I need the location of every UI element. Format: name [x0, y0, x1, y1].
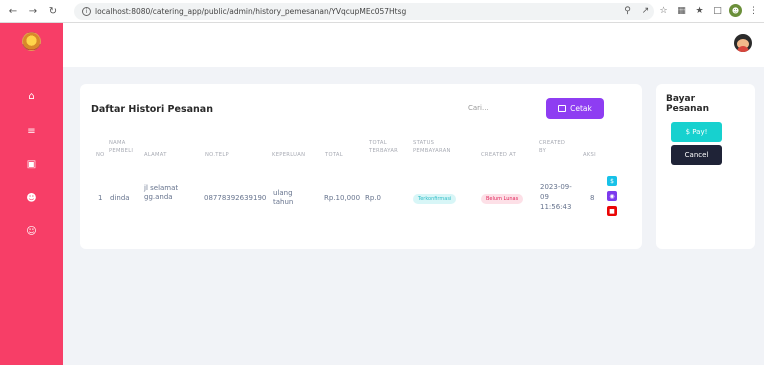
payment-card: Bayar Pesanan $ Pay! Cancel [656, 84, 755, 249]
col-header-aksi: AKSI [583, 152, 596, 158]
puzzle-icon[interactable]: ★ [693, 4, 706, 17]
col-header-created-at: CREATED AT [481, 152, 517, 158]
history-card: Daftar Histori Pesanan Cari... Cetak NO … [80, 84, 642, 249]
url-text: localhost:8080/catering_app/public/admin… [95, 7, 407, 16]
reload-icon[interactable]: ↻ [46, 4, 60, 18]
col-header-telp: NO.TELP [205, 152, 229, 158]
pay-button[interactable]: $ Pay! [671, 122, 722, 142]
col-header-created-by: CREATED BY [539, 140, 566, 154]
app-logo[interactable] [22, 32, 41, 51]
print-button-label: Cetak [570, 104, 592, 113]
page-title: Daftar Histori Pesanan [91, 104, 213, 115]
window-icon[interactable]: □ [711, 4, 724, 17]
col-header-alamat: ALAMAT [144, 152, 167, 158]
view-eye-icon[interactable]: ◉ [607, 191, 617, 201]
status-badge: Terkonfirmasi [413, 194, 457, 204]
cell-total-terbayar: Rp.0 [365, 194, 381, 202]
home-icon[interactable]: ⌂ [0, 89, 63, 103]
search-input[interactable]: Cari... [468, 104, 528, 112]
info-icon[interactable]: i [82, 7, 91, 16]
cell-created-by: 2023-09-09 11:56:43 [540, 183, 572, 211]
sidebar: ⌂ ≡ ▣ ☻ ☺ [0, 23, 63, 365]
col-header-keperluan: KEPERLUAN [272, 152, 306, 158]
extension-icon[interactable]: ▦ [675, 4, 688, 17]
cell-keperluan: ulang tahun [273, 189, 294, 206]
pay-action-icon[interactable]: $ [607, 176, 617, 186]
col-header-no: NO [96, 152, 105, 158]
delete-trash-icon[interactable]: ■ [607, 206, 617, 216]
bookmark-star-icon[interactable]: ☆ [657, 4, 670, 17]
cell-total: Rp.10,000 [324, 194, 361, 202]
cell-no: 1 [98, 194, 103, 202]
cell-telp: 08778392639190 [204, 194, 267, 202]
profile-avatar-icon[interactable]: ☻ [729, 4, 742, 17]
back-icon[interactable]: ← [6, 4, 20, 18]
payment-title: Bayar Pesanan [666, 94, 710, 114]
user-icon[interactable]: ☺ [0, 224, 63, 238]
cancel-button[interactable]: Cancel [671, 145, 722, 165]
forward-icon[interactable]: → [26, 4, 40, 18]
payment-status-badge: Belum Lunas [481, 194, 524, 204]
col-header-status: STATUS PEMBAYARAN [413, 140, 451, 154]
col-header-total: TOTAL [325, 152, 343, 158]
calendar-icon[interactable]: ▣ [0, 157, 63, 171]
top-navbar [63, 23, 764, 67]
address-bar[interactable]: i localhost:8080/catering_app/public/adm… [74, 3, 654, 20]
browser-toolbar: ← → ↻ i localhost:8080/catering_app/publ… [0, 0, 764, 23]
col-header-nama: NAMA PEMBELI [109, 140, 134, 154]
list-icon[interactable]: ≡ [0, 124, 63, 138]
share-icon[interactable]: ↗ [639, 4, 652, 17]
zoom-icon[interactable]: ⚲ [621, 4, 634, 17]
users-icon[interactable]: ☻ [0, 191, 63, 205]
cell-extra: 8 [590, 194, 595, 202]
col-header-total-terbayar: TOTAL TERBAYAR [369, 140, 399, 154]
menu-dots-icon[interactable]: ⋮ [747, 4, 760, 17]
cell-alamat: jl selamat gg.anda [144, 184, 179, 201]
print-button[interactable]: Cetak [546, 98, 604, 119]
user-avatar[interactable] [734, 34, 752, 52]
printer-icon [558, 105, 567, 112]
cell-nama: dinda [110, 194, 130, 202]
